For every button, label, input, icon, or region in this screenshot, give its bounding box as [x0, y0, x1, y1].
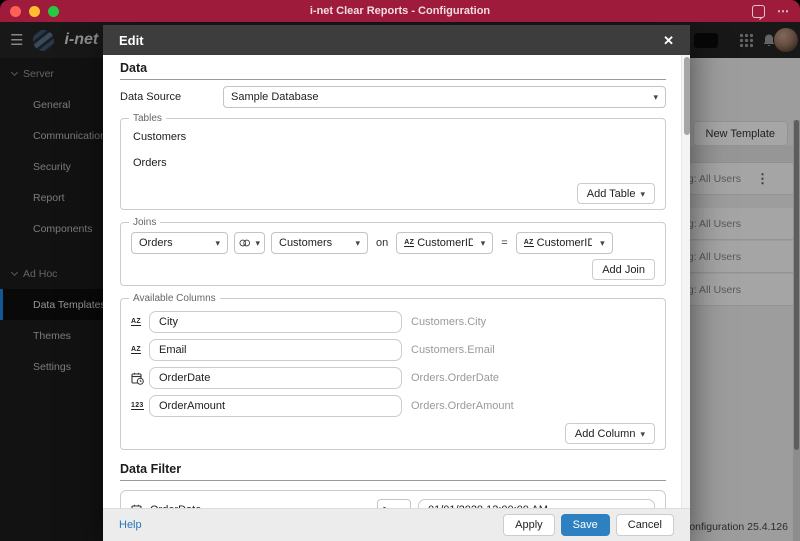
available-columns-fieldset: Available Columns AZ Customers.City AZ C… — [120, 293, 666, 450]
join-right-table-select[interactable]: Customers — [271, 232, 368, 254]
help-link[interactable]: Help — [119, 519, 142, 531]
table-item-orders[interactable]: Orders — [133, 157, 655, 169]
table-item-customers[interactable]: Customers — [133, 131, 655, 143]
column-source-label: Customers.Email — [411, 344, 495, 356]
filter-field: OrderDate — [131, 504, 377, 508]
filter-field-label: OrderDate — [150, 504, 201, 508]
add-join-button[interactable]: Add Join — [592, 259, 655, 280]
close-icon[interactable] — [663, 34, 674, 47]
cancel-button[interactable]: Cancel — [615, 514, 674, 536]
data-section-heading: Data — [120, 61, 148, 75]
section-divider — [120, 480, 666, 481]
join-type-select[interactable] — [234, 232, 265, 254]
tables-legend: Tables — [133, 113, 162, 124]
string-type-icon: AZ — [131, 345, 141, 355]
joins-fieldset: Joins Orders Customers — [120, 217, 666, 286]
screen: i-net Clear Reports - Configuration ⋯ ☰ … — [0, 0, 800, 541]
filter-value-input[interactable] — [418, 499, 655, 508]
data-source-label: Data Source — [120, 91, 182, 103]
chevron-down-icon — [648, 91, 658, 103]
window-title: i-net Clear Reports - Configuration — [309, 5, 491, 17]
column-source-label: Orders.OrderAmount — [411, 400, 514, 412]
save-button[interactable]: Save — [560, 514, 610, 536]
window-titlebar: i-net Clear Reports - Configuration ⋯ — [0, 0, 800, 22]
join-equals-label: = — [501, 237, 508, 249]
column-name-input[interactable] — [149, 339, 402, 361]
dialog-scrollbar-thumb[interactable] — [683, 57, 690, 135]
column-name-input[interactable] — [149, 367, 402, 389]
column-row: 123 Orders.OrderAmount — [131, 395, 655, 417]
edit-dialog: Edit Data Data Source Sample Database Ta… — [103, 25, 690, 541]
data-source-select[interactable]: Sample Database — [223, 86, 666, 108]
data-source-row: Data Source Sample Database — [120, 86, 666, 108]
column-row: AZ Customers.City — [131, 311, 655, 333]
join-left-column-select[interactable]: AZ CustomerID — [396, 232, 494, 254]
section-divider — [120, 79, 666, 80]
inner-join-icon — [239, 239, 250, 247]
join-left-table-select[interactable]: Orders — [131, 232, 228, 254]
number-type-icon: 123 — [131, 401, 144, 411]
column-row: AZ Customers.Email — [131, 339, 655, 361]
tables-fieldset: Tables Customers Orders Add Table — [120, 113, 666, 210]
chevron-down-icon — [350, 237, 360, 249]
chevron-down-icon — [210, 237, 220, 249]
data-filter-heading: Data Filter — [120, 462, 182, 476]
chevron-down-icon — [635, 428, 645, 440]
add-column-button[interactable]: Add Column — [564, 423, 655, 444]
joins-legend: Joins — [133, 217, 157, 228]
more-icon[interactable]: ⋯ — [777, 4, 790, 18]
datetime-type-icon — [131, 504, 142, 508]
column-name-input[interactable] — [149, 395, 402, 417]
filter-group-box: OrderDate ≥ And ... — [120, 490, 666, 508]
dialog-body: Data Data Source Sample Database Tables … — [103, 55, 690, 508]
dialog-header: Edit — [103, 25, 690, 55]
window-panel-icon[interactable] — [752, 4, 765, 18]
chevron-down-icon — [395, 503, 405, 508]
datetime-type-icon — [131, 372, 144, 385]
column-source-label: Customers.City — [411, 316, 487, 328]
chevron-down-icon — [250, 237, 260, 249]
apply-button[interactable]: Apply — [503, 514, 555, 536]
add-table-button[interactable]: Add Table — [576, 183, 655, 204]
string-type-icon: AZ — [523, 238, 534, 248]
dialog-scrollbar[interactable] — [681, 55, 690, 508]
join-on-label: on — [376, 237, 389, 249]
filter-operator-select[interactable]: ≥ — [377, 499, 411, 508]
chevron-down-icon — [635, 188, 645, 200]
column-source-label: Orders.OrderDate — [411, 372, 500, 384]
chevron-down-icon — [476, 237, 486, 249]
string-type-icon: AZ — [404, 238, 415, 248]
column-name-input[interactable] — [149, 311, 402, 333]
dialog-title: Edit — [119, 32, 144, 48]
column-row: Orders.OrderDate — [131, 367, 655, 389]
chevron-down-icon — [595, 237, 605, 249]
dialog-footer: Help Apply Save Cancel — [103, 508, 690, 541]
string-type-icon: AZ — [131, 317, 141, 327]
available-columns-legend: Available Columns — [133, 293, 216, 304]
join-right-column-select[interactable]: AZ CustomerID — [515, 232, 613, 254]
